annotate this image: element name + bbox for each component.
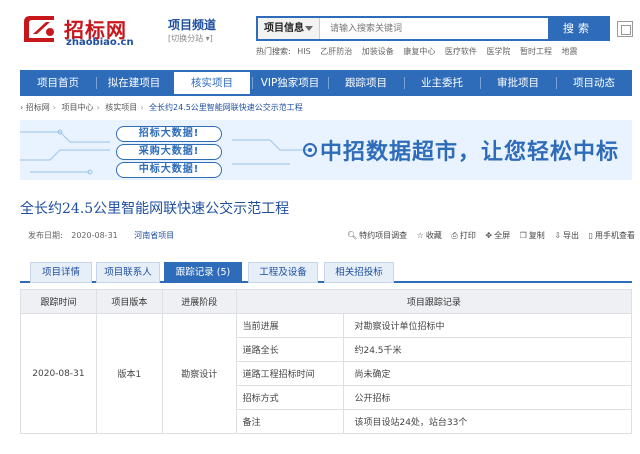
mobile-view-button[interactable]: ▯ 用手机查看 [589,231,635,240]
survey-label: 特约项目调查 [359,231,408,240]
nav-item-approval[interactable]: 审批项目 [480,70,556,96]
breadcrumb-current: 全长约24.5公里智能网联快速公交示范工程 [149,103,303,112]
hot-search-item[interactable]: 地震 [562,47,578,56]
record-label: 备注 [235,409,345,434]
record-label: 招标方式 [235,385,345,410]
tab-tracking[interactable]: 跟踪记录 (5) [164,262,242,283]
detail-tabs: 项目详情 项目联系人 跟踪记录 (5) 工程及设备 相关招投标 [20,261,632,283]
banner-tag: 招标大数据! [116,126,222,142]
project-title: 全长约24.5公里智能网联快速公交示范工程 [20,201,290,217]
record-label: 道路全长 [235,337,345,362]
publish-date: 2020-08-31 [71,231,118,240]
copy-icon: ❐ [519,231,527,240]
breadcrumb-link[interactable]: 项目中心 [62,103,94,112]
phone-icon: ▯ [588,231,593,240]
table-row: 2020-08-31 版本1 勘察设计 当前进展 对勘察设计单位招标中 [20,313,632,434]
banner-slogan: 中招数据超市，让您轻松中标 [320,140,620,165]
main-nav: 项目首页 拟在建项目 核实项目 VIP独家项目 跟踪项目 业主委托 审批项目 项… [20,70,632,96]
project-version: 版本1 [95,313,163,434]
chevron-down-icon [305,26,313,31]
star-icon: ☆ [416,231,424,240]
hot-search-label: 热门搜索: [256,47,291,56]
column-header: 项目跟踪记录 [235,289,633,314]
export-button[interactable]: ⇩ 导出 [554,231,579,240]
promo-banner[interactable]: 招标大数据! 采购大数据! 中标大数据! 中招数据超市，让您轻松中标 [20,120,632,180]
publish-label: 发布日期: [28,231,63,240]
breadcrumb: › 招标网 › 项目中心 › 核实项目 › 全长约24.5公里智能网联快速公交示范工程 [20,103,303,112]
hot-search-item[interactable]: 暂时工程 [520,47,552,56]
nav-item-verified[interactable]: 核实项目 [172,70,252,96]
favorite-label: 收藏 [425,231,442,240]
banner-tags: 招标大数据! 采购大数据! 中标大数据! [116,126,222,180]
favorite-button[interactable]: ☆ 收藏 [417,231,442,240]
tracking-table: 跟踪时间 项目版本 进展阶段 项目跟踪记录 2020-08-31 版本1 勘察设… [20,289,633,434]
export-icon: ⇩ [554,231,562,240]
column-header: 跟踪时间 [20,289,97,314]
search-category-select[interactable]: 项目信息 [258,18,320,39]
banner-tag: 中标大数据! [116,162,222,178]
fullscreen-label: 全屏 [494,231,511,240]
tab-details[interactable]: 项目详情 [30,262,92,283]
copy-button[interactable]: ❐ 复制 [520,231,545,240]
hot-search-item[interactable]: HIS [297,47,310,56]
mobile-view-label: 用手机查看 [595,231,635,240]
search-icon: 🔍︎ [347,231,358,240]
banner-tag: 采购大数据! [116,144,222,160]
hot-search-item[interactable]: 加装设备 [362,47,394,56]
switch-branch-link[interactable]: [切换分站 ▾] [168,33,213,44]
print-button[interactable]: ⎙ 打印 [451,231,475,240]
search-box: 项目信息 搜索 [256,16,610,41]
hot-search-item[interactable]: 医疗软件 [445,47,477,56]
channel-title: 项目频道 [168,18,217,32]
survey-button[interactable]: 🔍︎ 特约项目调查 [347,231,407,240]
site-logo[interactable]: 招标网 zhaobiao.cn [20,12,150,48]
column-header: 进展阶段 [161,289,237,314]
track-time: 2020-08-31 [20,313,97,434]
record-value: 该项目设站24处，站台33个 [343,409,632,434]
nav-item-news[interactable]: 项目动态 [556,70,632,96]
logo-mark-icon [24,16,54,42]
nav-item-planned[interactable]: 拟在建项目 [96,70,172,96]
print-icon: ⎙ [451,231,458,240]
search-input[interactable] [322,18,548,39]
breadcrumb-marker-icon: › [20,103,24,112]
tab-equipment[interactable]: 工程及设备 [248,262,318,283]
record-label: 当前进展 [235,313,345,338]
progress-stage: 勘察设计 [161,313,237,434]
export-label: 导出 [563,231,580,240]
nav-item-owner[interactable]: 业主委托 [404,70,480,96]
window-icon[interactable] [617,21,633,37]
hot-searches: 热门搜索: HIS 乙肝防治 加装设备 康复中心 医疗软件 医学院 暂时工程 地… [256,46,585,57]
hot-search-item[interactable]: 康复中心 [403,47,435,56]
record-label: 道路工程招标时间 [235,361,345,386]
record-value: 对勘察设计单位招标中 [343,313,632,338]
nav-item-vip[interactable]: VIP独家项目 [252,70,328,96]
search-category-label: 项目信息 [264,23,304,34]
hot-search-item[interactable]: 乙肝防治 [320,47,352,56]
breadcrumb-link[interactable]: 招标网 [26,103,50,112]
nav-item-tracking[interactable]: 跟踪项目 [328,70,404,96]
table-header-row: 跟踪时间 项目版本 进展阶段 项目跟踪记录 [20,289,633,314]
column-header: 项目版本 [95,289,163,314]
record-value: 约24.5千米 [343,337,632,362]
tab-related-bids[interactable]: 相关招投标 [324,262,394,283]
tab-contacts[interactable]: 项目联系人 [96,262,160,283]
hot-search-item[interactable]: 医学院 [486,47,510,56]
region-link[interactable]: 河南省项目 [134,231,174,240]
copy-label: 复制 [528,231,545,240]
print-label: 打印 [459,231,476,240]
site-header: 招标网 zhaobiao.cn 项目频道 [切换分站 ▾] 项目信息 搜索 热门… [0,0,640,66]
logo-domain: zhaobiao.cn [66,37,134,48]
nav-item-home[interactable]: 项目首页 [20,70,96,96]
breadcrumb-link[interactable]: 核实项目 [105,103,137,112]
record-value: 尚未确定 [343,361,632,386]
fullscreen-button[interactable]: ✥ 全屏 [485,231,510,240]
search-button[interactable]: 搜索 [548,18,608,39]
project-meta: 发布日期: 2020-08-31 河南省项目 [28,230,174,241]
record-value: 公开招标 [343,385,632,410]
toolbar: 🔍︎ 特约项目调查 ☆ 收藏 ⎙ 打印 ✥ 全屏 ❐ 复制 ⇩ 导出 ▯ 用手机查看 [340,230,635,241]
fullscreen-icon: ✥ [485,231,493,240]
